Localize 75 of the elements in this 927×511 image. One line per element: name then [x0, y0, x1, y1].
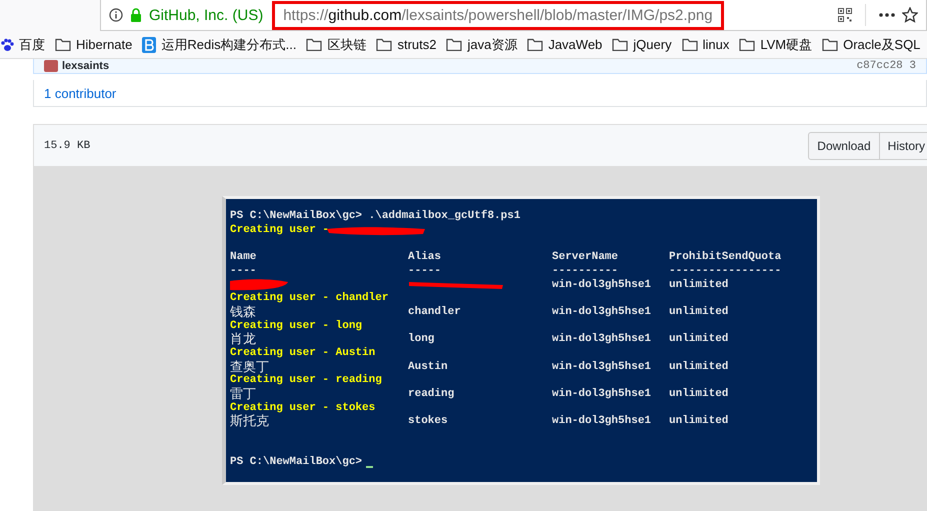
info-icon[interactable]	[109, 8, 123, 22]
lock-icon	[130, 8, 142, 22]
console-prompt: PS C:\NewMailBox\gc> .\addmailbox_gcUtf8.ps1	[230, 210, 520, 224]
more-icon[interactable]	[879, 13, 895, 17]
site-identity: GitHub, Inc. (US)	[149, 6, 264, 24]
contributors-link[interactable]: 1 contributor	[44, 86, 116, 100]
user-alias: stokes	[408, 415, 448, 430]
column-header: Alias	[408, 251, 442, 265]
user-name: 查奥丁	[230, 360, 269, 374]
bookmark-item[interactable]: Oracle及SQL	[822, 36, 920, 54]
user-name: 斯托克	[230, 415, 269, 430]
header-underline: ----	[230, 264, 258, 278]
user-alias: chandler	[408, 306, 461, 320]
star-icon[interactable]	[902, 7, 918, 23]
send-quota: unlimited	[669, 278, 730, 292]
bookmark-item[interactable]: java资源	[446, 36, 518, 54]
column-header: Name	[230, 251, 258, 265]
commit-sha[interactable]: c87cc28 3	[856, 60, 916, 72]
folder-icon	[527, 38, 544, 51]
send-quota: unlimited	[669, 415, 730, 430]
send-quota: unlimited	[669, 360, 730, 374]
folder-icon	[612, 38, 628, 51]
file-size: 15.9 KB	[44, 140, 90, 152]
bookmark-item[interactable]: 百度	[0, 36, 45, 54]
user-name: 钱森	[230, 306, 256, 320]
url-field[interactable]: https://github.com/lexsaints/powershell/blob/master/IMG/ps2.png	[272, 0, 724, 30]
file-action-button[interactable]: History	[878, 132, 927, 160]
bookmark-item[interactable]: Hibernate	[55, 37, 132, 52]
user-alias: reading	[408, 388, 454, 402]
server-name: win-dol3gh5hse1	[552, 278, 652, 292]
commit-author[interactable]: lexsaints	[62, 60, 110, 72]
column-header: ServerName	[552, 251, 620, 265]
bookmark-item[interactable]: linux	[682, 37, 730, 52]
header-underline: -----------------	[669, 264, 782, 278]
column-header: ProhibitSendQuota	[669, 251, 782, 265]
user-alias: Austin	[408, 360, 448, 374]
console-message: Creating user - long	[230, 320, 362, 332]
console-message: Creating user - chandler	[230, 292, 388, 305]
folder-icon	[55, 38, 71, 51]
user-name: 雷丁	[230, 388, 256, 402]
server-name: win-dol3gh5hse1	[552, 306, 652, 320]
console-message: Creating user - reading	[230, 374, 382, 388]
bookmark-item[interactable]: 运用Redis构建分布式...	[142, 36, 296, 54]
bookmark-item[interactable]: jQuery	[612, 37, 672, 52]
bookmark-logo-icon	[142, 36, 156, 52]
server-name: win-dol3gh5hse1	[552, 333, 652, 347]
send-quota: unlimited	[669, 333, 730, 347]
bookmark-item[interactable]: LVM硬盘	[739, 36, 812, 54]
qr-code-icon[interactable]	[838, 8, 852, 22]
paw-icon	[0, 38, 14, 52]
server-name: win-dol3gh5hse1	[552, 415, 652, 430]
bookmark-item[interactable]: struts2	[376, 37, 436, 52]
folder-icon	[376, 38, 392, 51]
console-prompt: PS C:\NewMailBox\gc>	[230, 456, 362, 470]
server-name: win-dol3gh5hse1	[552, 388, 652, 402]
send-quota: unlimited	[669, 388, 730, 402]
user-alias: long	[408, 333, 434, 347]
folder-icon	[682, 38, 698, 51]
console-message: Creating user -	[230, 224, 330, 238]
console-message: Creating user - stokes	[230, 402, 376, 414]
header-underline: ----------	[552, 264, 620, 278]
user-name: 肖龙	[230, 333, 256, 347]
folder-icon	[306, 38, 322, 51]
folder-icon	[446, 38, 462, 51]
server-name: win-dol3gh5hse1	[552, 360, 652, 374]
send-quota: unlimited	[669, 306, 730, 320]
console-message: Creating user - Austin	[230, 346, 376, 360]
header-underline: -----	[408, 264, 442, 278]
folder-icon	[739, 38, 756, 51]
avatar-icon	[44, 60, 58, 72]
folder-icon	[822, 38, 838, 51]
bookmark-item[interactable]: JavaWeb	[527, 37, 602, 52]
bookmark-item[interactable]: 区块链	[306, 36, 366, 54]
file-action-button[interactable]: Download	[808, 132, 880, 160]
address-bar[interactable]: GitHub, Inc. (US) https://github.com/lexsaints/powershell/blob/master/IMG/ps2.png	[100, 0, 927, 31]
